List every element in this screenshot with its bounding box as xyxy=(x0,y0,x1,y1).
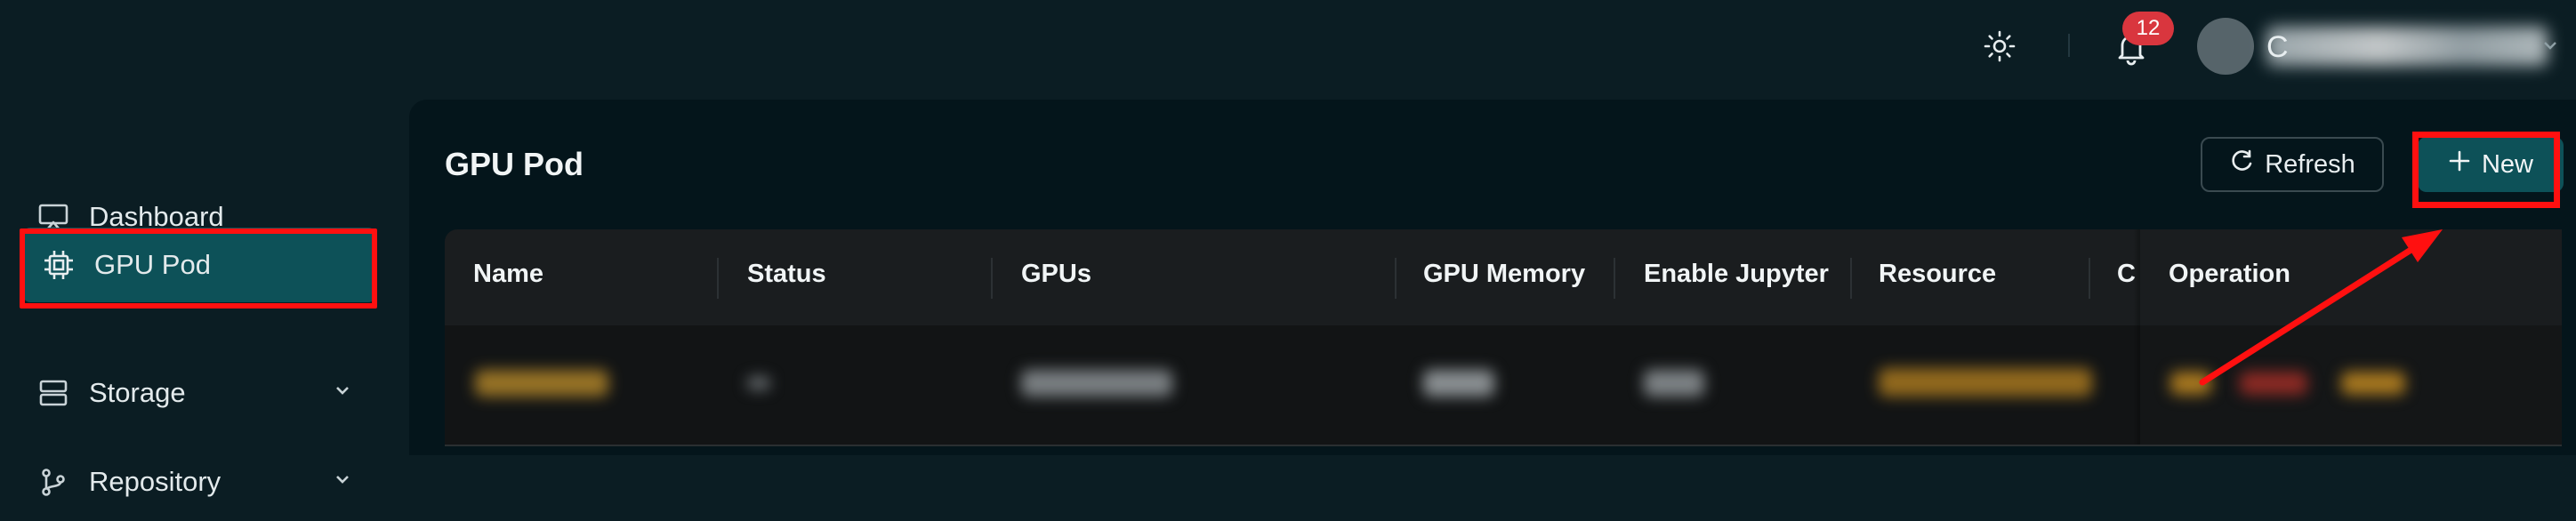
action-link-blurred[interactable] xyxy=(2341,372,2405,395)
chevron-down-icon[interactable] xyxy=(333,381,352,405)
top-bar: 12 C xyxy=(0,0,2576,98)
sun-icon[interactable] xyxy=(1975,27,2025,66)
sidebar-item-repository[interactable]: Repository xyxy=(18,443,377,521)
annotation-highlight-gpu-pod xyxy=(20,228,377,309)
column-divider xyxy=(1850,258,1852,299)
cell-gpus-blurred xyxy=(1021,370,1172,397)
chevron-down-icon[interactable] xyxy=(333,469,352,493)
column-header-gpus: GPUs xyxy=(1021,260,1091,288)
branch-icon xyxy=(36,464,71,500)
refresh-label: Refresh xyxy=(2265,149,2355,179)
cell-resource-blurred xyxy=(1879,368,2092,397)
sidebar-item-label: Repository xyxy=(89,466,221,497)
row-divider xyxy=(445,445,2562,446)
column-divider xyxy=(991,258,993,299)
action-link-blurred[interactable] xyxy=(2170,372,2211,395)
column-divider xyxy=(1395,258,1397,299)
cell-status-blurred xyxy=(747,377,770,389)
cell-jupyter-blurred xyxy=(1644,370,1704,397)
main-panel: GPU Pod Refresh New Name Status GPUs GPU… xyxy=(409,100,2576,455)
server-icon xyxy=(36,375,71,411)
avatar[interactable] xyxy=(2197,18,2254,75)
column-header-name: Name xyxy=(473,260,543,288)
header-divider xyxy=(2068,34,2070,57)
gpu-pod-table: Name Status GPUs GPU Memory Enable Jupyt… xyxy=(445,229,2576,455)
column-header-gpu-memory: GPU Memory xyxy=(1423,260,1586,288)
refresh-icon xyxy=(2229,148,2254,180)
chevron-down-icon[interactable] xyxy=(2542,36,2558,59)
column-header-resource: Resource xyxy=(1879,260,1997,288)
operation-column: Operation xyxy=(2140,229,2562,445)
column-header-operation: Operation xyxy=(2169,260,2290,288)
operation-cell xyxy=(2140,325,2562,445)
column-divider xyxy=(717,258,719,299)
page-title: GPU Pod xyxy=(445,146,584,182)
column-header-enable-jupyter: Enable Jupyter xyxy=(1644,260,1829,288)
cell-name-blurred xyxy=(475,370,608,397)
user-name-initial: C xyxy=(2266,30,2289,64)
annotation-highlight-new-button xyxy=(2412,132,2560,208)
sidebar-item-storage[interactable]: Storage xyxy=(18,354,377,432)
user-name-blurred xyxy=(2266,27,2548,66)
cell-gpu-memory-blurred xyxy=(1423,370,1494,397)
refresh-button[interactable]: Refresh xyxy=(2201,137,2384,192)
notification-badge: 12 xyxy=(2122,12,2174,45)
column-divider xyxy=(2089,258,2090,299)
column-divider xyxy=(1614,258,1615,299)
column-header-status: Status xyxy=(747,260,826,288)
operation-header-cell: Operation xyxy=(2140,229,2562,325)
sidebar-item-label: Storage xyxy=(89,377,186,408)
action-link-blurred[interactable] xyxy=(2240,372,2307,395)
